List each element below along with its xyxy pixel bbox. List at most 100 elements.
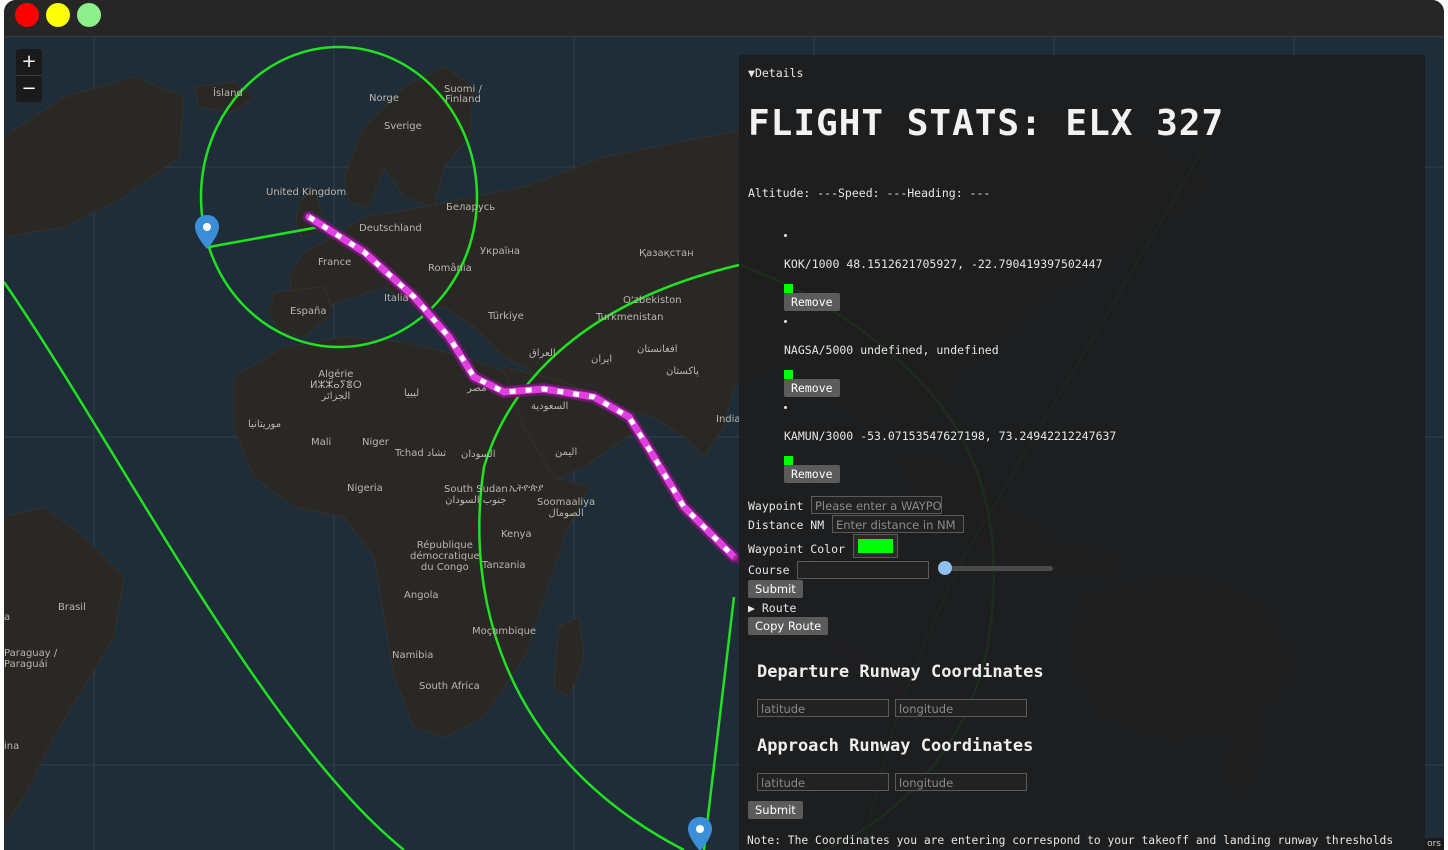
map-label-kenya: Kenya bbox=[501, 529, 532, 540]
zoom-in-button[interactable]: + bbox=[16, 49, 42, 75]
submit-waypoint-button[interactable]: Submit bbox=[748, 580, 803, 598]
departure-latitude-input[interactable]: latitude bbox=[757, 699, 889, 717]
map-label-libya: ليبيا bbox=[404, 388, 420, 399]
copy-route-button[interactable]: Copy Route bbox=[748, 617, 829, 635]
map-label-niger: Niger bbox=[362, 437, 389, 448]
map-label-india: India bbox=[716, 414, 741, 425]
flight-stats-line: Altitude: ---Speed: ---Heading: --- bbox=[748, 186, 991, 200]
course-label: Course bbox=[748, 563, 790, 577]
map-label-romania: România bbox=[428, 263, 472, 274]
maximize-window-button[interactable] bbox=[77, 3, 101, 27]
flight-details-panel: ▼Details FLIGHT STATS: ELX 327 Altitude:… bbox=[739, 55, 1425, 850]
course-input[interactable] bbox=[797, 561, 929, 579]
map-label-argentina-fragment: ina bbox=[4, 741, 20, 752]
waypoint-color-swatch bbox=[784, 284, 793, 293]
course-slider-track[interactable] bbox=[943, 566, 1053, 571]
triangle-right-icon: ▶ bbox=[748, 601, 762, 615]
map-label-turkey: Türkiye bbox=[488, 311, 524, 322]
map-label-belarus: Беларусь bbox=[446, 202, 496, 213]
map-label-somalia: Soomaaliya الصومال bbox=[537, 497, 596, 519]
map-label-spain: España bbox=[290, 306, 327, 317]
app-window: Ísland Norge Suomi / Finland Sverige Uni… bbox=[4, 0, 1444, 850]
map-label-paraguay: Paraguay / Paraguái bbox=[4, 648, 58, 670]
submit-runway-button[interactable]: Submit bbox=[748, 801, 803, 819]
approach-longitude-input[interactable]: longitude bbox=[895, 773, 1027, 791]
arrival-map-pin-icon[interactable] bbox=[688, 817, 712, 850]
details-summary-label: Details bbox=[754, 66, 804, 80]
distance-label: Distance NM bbox=[748, 518, 825, 532]
close-window-button[interactable] bbox=[15, 3, 39, 27]
zoom-out-button[interactable]: − bbox=[16, 76, 42, 102]
map-label-angola: Angola bbox=[404, 590, 439, 601]
minimize-window-button[interactable] bbox=[46, 3, 70, 27]
remove-waypoint-button[interactable]: Remove bbox=[784, 465, 840, 483]
map-label-algeria: Algérie ⵍⵣⵣⴰⵢⴻⵔ الجزائر bbox=[310, 369, 362, 402]
map-label-iran: ایران bbox=[591, 354, 613, 365]
map-label-mozambique: Moçambique bbox=[472, 626, 537, 637]
map-label-namibia: Namibia bbox=[392, 650, 434, 661]
flight-title: FLIGHT STATS: ELX 327 bbox=[748, 103, 1225, 144]
map-label-egypt: مصر bbox=[467, 383, 487, 394]
details-toggle[interactable]: ▼Details bbox=[748, 66, 803, 80]
map-label-brazil: Brasil bbox=[58, 602, 86, 613]
approach-latitude-input[interactable]: latitude bbox=[757, 773, 889, 791]
map-label-sudan: السودان bbox=[461, 449, 496, 460]
map-label-iraq: العراق bbox=[529, 348, 556, 359]
course-slider-thumb[interactable] bbox=[938, 561, 952, 575]
departure-runway-heading: Departure Runway Coordinates bbox=[757, 662, 1044, 682]
waypoint-name: KAMUN/3000 bbox=[784, 429, 854, 443]
map-label-norway: Norge bbox=[369, 93, 400, 104]
waypoint-coords: undefined, undefined bbox=[860, 343, 999, 357]
map-label-peru-fragment: a bbox=[4, 612, 11, 623]
map-label-iceland: Ísland bbox=[213, 88, 243, 99]
map-label-mali: Mali bbox=[311, 437, 332, 448]
map-label-ukraine: Україна bbox=[480, 246, 521, 257]
map-label-sweden: Sverige bbox=[384, 121, 422, 132]
waypoint-item: KAMUN/3000 -53.07153547627198, 73.249422… bbox=[784, 429, 1116, 443]
map-attribution[interactable]: ors bbox=[1424, 838, 1444, 850]
color-picker-swatch bbox=[858, 539, 893, 553]
approach-runway-heading: Approach Runway Coordinates bbox=[757, 736, 1034, 756]
map-label-south-sudan: South Sudan جنوب السودان bbox=[444, 484, 508, 506]
map-view[interactable]: Ísland Norge Suomi / Finland Sverige Uni… bbox=[4, 37, 1444, 850]
remove-waypoint-button[interactable]: Remove bbox=[784, 379, 840, 397]
waypoint-color-picker[interactable] bbox=[853, 534, 898, 558]
waypoint-color-label: Waypoint Color bbox=[748, 542, 845, 556]
waypoint-color-swatch bbox=[784, 370, 793, 379]
map-label-south-africa: South Africa bbox=[419, 681, 480, 692]
map-label-saudi-arabia: السعودية bbox=[531, 401, 569, 412]
waypoint-name: KOK/1000 bbox=[784, 257, 840, 271]
map-label-nigeria: Nigeria bbox=[347, 483, 383, 494]
map-label-france: France bbox=[318, 257, 352, 268]
map-label-turkmenistan: Turkmenistan bbox=[596, 312, 664, 323]
map-label-ethiopia: ኢትዮጵያ bbox=[509, 483, 544, 494]
departure-map-pin-icon[interactable] bbox=[195, 215, 219, 249]
waypoint-name: NAGSA/5000 bbox=[784, 343, 854, 357]
waypoint-input[interactable]: Please enter a WAYPO bbox=[811, 496, 942, 514]
map-label-pakistan: پاکستان bbox=[666, 366, 699, 377]
departure-longitude-input[interactable]: longitude bbox=[895, 699, 1027, 717]
map-label-afghanistan: افغانستان bbox=[637, 344, 678, 355]
map-label-mauritania: موريتانيا bbox=[248, 419, 282, 430]
list-bullet bbox=[784, 234, 787, 237]
map-label-tanzania: Tanzania bbox=[482, 560, 526, 571]
triangle-down-icon: ▼ bbox=[748, 66, 755, 80]
map-label-kazakhstan: Қазақстан bbox=[639, 248, 694, 259]
title-bar bbox=[4, 0, 1444, 37]
route-summary-label: Route bbox=[761, 601, 797, 615]
list-bullet bbox=[784, 406, 787, 409]
map-label-drc: République démocratique du Congo bbox=[410, 540, 480, 573]
map-label-germany: Deutschland bbox=[359, 223, 422, 234]
list-bullet bbox=[784, 320, 787, 323]
waypoint-coords: 48.1512621705927, -22.790419397502447 bbox=[846, 257, 1103, 271]
waypoint-color-swatch bbox=[784, 456, 793, 465]
runway-note: Note: The Coordinates you are entering c… bbox=[747, 834, 1394, 847]
route-toggle[interactable]: ▶ Route bbox=[748, 601, 796, 615]
distance-input[interactable]: Enter distance in NM bbox=[832, 515, 964, 533]
zoom-control: + − bbox=[16, 49, 42, 102]
waypoint-coords: -53.07153547627198, 73.24942212247637 bbox=[860, 429, 1117, 443]
map-label-finland: Suomi / Finland bbox=[444, 84, 482, 105]
remove-waypoint-button[interactable]: Remove bbox=[784, 293, 840, 311]
waypoint-item: NAGSA/5000 undefined, undefined bbox=[784, 343, 999, 357]
waypoint-item: KOK/1000 48.1512621705927, -22.790419397… bbox=[784, 257, 1103, 271]
